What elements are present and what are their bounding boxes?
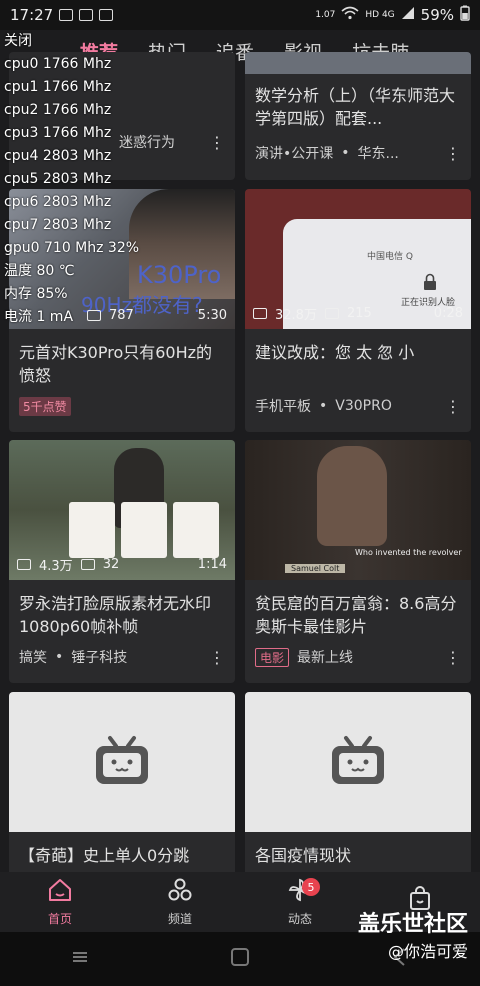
card-title: 贫民窟的百万富翁：8.6高分奥斯卡最佳影片 — [255, 594, 457, 636]
view-count: 32.8万 — [275, 308, 317, 323]
video-card[interactable]: 【奇葩】史上单人0分跳 — [9, 692, 235, 877]
tab-channel-label: 频道 — [167, 912, 192, 926]
card-title: 元首对K30Pro只有60Hz的愤怒 — [19, 343, 213, 385]
card-category: 演讲•公开课 — [255, 146, 334, 162]
thumb-caption: Who invented the revolver — [355, 548, 462, 557]
more-icon[interactable]: ⋮ — [209, 648, 225, 667]
notification-badge: 5 — [302, 878, 320, 896]
video-card[interactable]: 中国电信 Q 正在识别人脸 32.8万 215 0:28 建议改成：您 太 忽 … — [245, 189, 471, 432]
bilibili-tv-icon — [92, 734, 152, 790]
recents-icon[interactable] — [69, 948, 91, 970]
temperature-line: 温度 80 ℃ — [4, 263, 75, 279]
danmaku-icon — [324, 308, 339, 319]
category-tag: 电影 — [255, 647, 290, 667]
more-icon[interactable]: ⋮ — [445, 648, 461, 667]
video-thumbnail[interactable]: 4.3万 32 1:14 — [9, 440, 235, 580]
play-count-icon — [253, 308, 267, 319]
video-card[interactable]: Who invented the revolver Samuel Colt 贫民… — [245, 440, 471, 683]
watermark-title: 盖乐世社区 — [357, 912, 468, 937]
card-category: 手机平板 — [255, 399, 311, 415]
tab-dynamic[interactable]: 动态 5 — [240, 872, 360, 932]
card-uploader: 华东... — [357, 146, 399, 162]
lock-icon — [423, 273, 437, 295]
status-time: 17:27 — [10, 6, 54, 24]
bilibili-notify-icon-2 — [99, 9, 114, 21]
card-title: 建议改成：您 太 忽 小 — [255, 343, 415, 362]
cpu2-line: cpu2 1766 Mhz — [4, 102, 112, 118]
watermark-author: @你浩可爱 — [387, 942, 468, 961]
net-speed: 1.07 — [315, 10, 336, 20]
channel-icon — [167, 877, 193, 906]
danmaku-icon — [80, 559, 95, 570]
thumb-person — [317, 446, 387, 546]
card-uploader: 锤子科技 — [71, 650, 128, 666]
danmaku-count: 215 — [346, 306, 372, 321]
card-title: 罗永浩打脸原版素材无水印1080p60帧补帧 — [19, 594, 212, 636]
tab-home[interactable]: 首页 — [0, 872, 120, 932]
card-title: 数学分析（上）（华东师范大学第四版）配套... — [255, 86, 456, 128]
gpu0-line: gpu0 710 Mhz 32% — [4, 240, 140, 256]
bilibili-tv-icon — [328, 734, 388, 790]
tab-dynamic-label: 动态 — [287, 912, 312, 926]
perf-overlay: 关闭 cpu0 1766 Mhz cpu1 1766 Mhz cpu2 1766… — [4, 30, 169, 329]
danmaku-count: 32 — [102, 557, 120, 572]
video-thumbnail[interactable]: 中国电信 Q 正在识别人脸 32.8万 215 0:28 — [245, 189, 471, 329]
more-icon[interactable]: ⋮ — [209, 133, 225, 152]
cpu7-line: cpu7 2803 Mhz — [4, 217, 112, 233]
video-thumbnail-placeholder[interactable] — [9, 692, 235, 832]
thumb-screen-text-1: 中国电信 Q — [367, 252, 413, 262]
wifi-icon — [341, 6, 359, 24]
tab-home-label: 首页 — [47, 912, 72, 926]
status-bar: 17:27 1.07 HD 4G 59% — [0, 0, 480, 30]
duration: 0:28 — [433, 306, 463, 321]
more-icon[interactable]: ⋮ — [445, 144, 461, 163]
cpu4-line: cpu4 2803 Mhz — [4, 148, 112, 164]
signal-label: HD 4G — [365, 10, 395, 20]
likes-badge: 5千点赞 — [19, 396, 71, 416]
video-card[interactable]: 4.3万 32 1:14 罗永浩打脸原版素材无水印1080p60帧补帧 搞笑 •… — [9, 440, 235, 683]
dot-separator: • — [319, 398, 328, 414]
card-uploader: V30PRO — [335, 398, 392, 414]
home-button-icon[interactable] — [229, 946, 251, 972]
cpu3-line: cpu3 1766 Mhz — [4, 125, 112, 141]
card-title: 各国疫情现状 — [255, 846, 352, 865]
view-count: 4.3万 — [39, 559, 73, 574]
dot-separator: • — [55, 649, 64, 665]
cpu5-line: cpu5 2803 Mhz — [4, 171, 112, 187]
video-card[interactable]: 各国疫情现状 — [245, 692, 471, 877]
signal-icon — [401, 6, 415, 24]
current-line: 电流 1 mA — [4, 309, 74, 325]
card-title: 【奇葩】史上单人0分跳 — [19, 846, 190, 865]
duration: 1:14 — [197, 557, 227, 572]
tab-channel[interactable]: 频道 — [120, 872, 240, 932]
video-thumbnail[interactable]: Who invented the revolver Samuel Colt — [245, 440, 471, 580]
duration: 5:30 — [197, 308, 227, 323]
battery-icon — [460, 5, 470, 25]
video-thumbnail-placeholder[interactable] — [245, 692, 471, 832]
cpu1-line: cpu1 1766 Mhz — [4, 79, 112, 95]
bilibili-notify-icon — [79, 9, 94, 21]
image-icon — [59, 9, 74, 21]
thumb-cups — [69, 502, 219, 558]
card-sub: 最新上线 — [297, 650, 354, 666]
battery-text: 59% — [420, 6, 454, 24]
dot-separator: • — [341, 145, 350, 161]
play-count-icon — [17, 559, 31, 570]
home-icon — [47, 877, 73, 906]
watermark: 盖乐世社区 @你浩可爱 — [358, 906, 468, 962]
card-category: 搞笑 — [19, 650, 47, 666]
cpu0-line: cpu0 1766 Mhz — [4, 56, 112, 72]
thumb-name: Samuel Colt — [285, 564, 346, 573]
more-icon[interactable]: ⋮ — [445, 397, 461, 416]
memory-line: 内存 85% — [4, 286, 68, 302]
cpu6-line: cpu6 2803 Mhz — [4, 194, 112, 210]
overlay-close-button[interactable]: 关闭 — [4, 30, 169, 53]
video-card[interactable]: 数学分析（上）（华东师范大学第四版）配套... 演讲•公开课 • 华东... ⋮ — [245, 52, 471, 180]
